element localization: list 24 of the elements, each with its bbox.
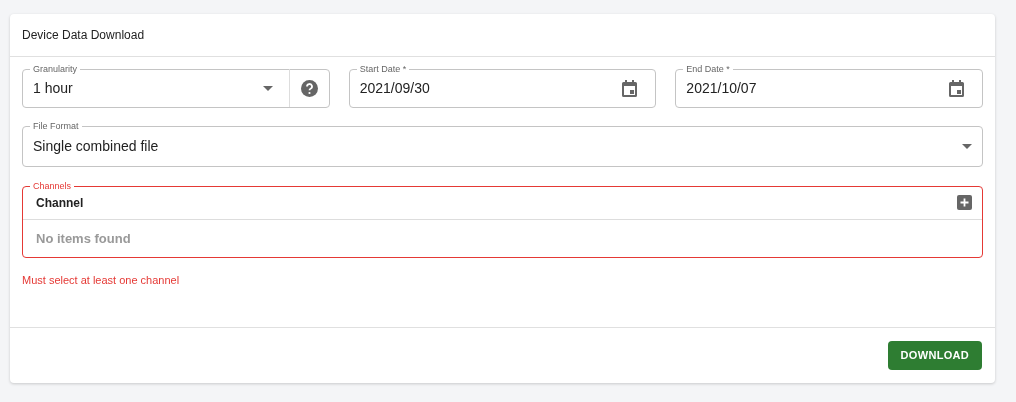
field-value: Single combined file [33,136,160,156]
dropdown[interactable]: File Format Single combined file [22,122,983,167]
calendar-icon[interactable] [949,79,964,97]
field-value: 2021/09/30 [359,78,431,98]
dropdown[interactable]: Granularity 1 hour [22,65,330,108]
field-label: File Format [32,122,80,131]
field-label: End Date * [685,65,731,74]
calendar-icon[interactable] [622,79,638,97]
caret-icon [262,85,273,91]
date-field[interactable]: Start Date * 2021/09/30 [348,65,657,108]
help-icon[interactable] [300,79,318,97]
field-label: Granularity [32,65,78,74]
field-value: 2021/10/07 [686,78,758,98]
card-title: Device Data Download [22,27,145,44]
field-value: 1 hour [33,78,74,98]
caret-icon [962,143,972,149]
add-icon[interactable] [957,195,972,210]
download-button[interactable]: DOWNLOAD [887,341,982,370]
field-label: Channels [32,182,73,191]
date-field[interactable]: End Date * 2021/10/07 [675,65,983,108]
column-header: Channel [36,194,85,212]
field-label: Start Date * [358,65,408,74]
empty-message: No items found [36,229,131,248]
error-message: Must select at least one channel [22,273,181,288]
